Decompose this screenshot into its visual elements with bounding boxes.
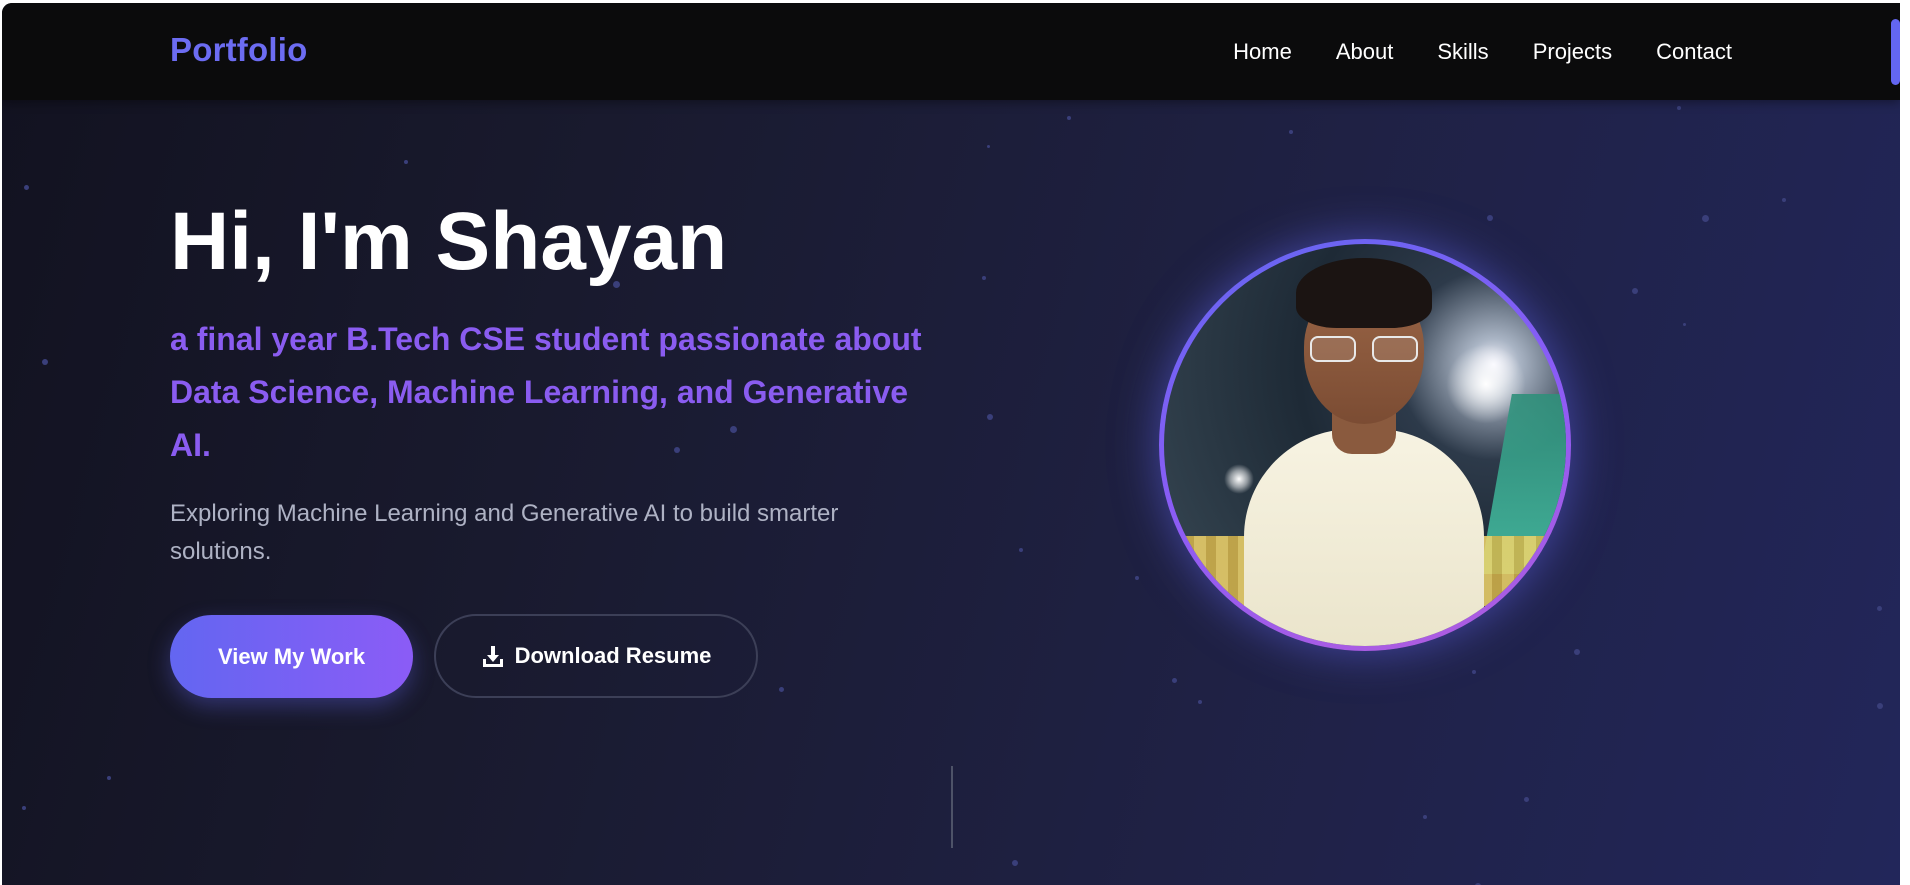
download-icon xyxy=(481,644,505,668)
nav-link-skills[interactable]: Skills xyxy=(1437,39,1488,65)
hero-description: Exploring Machine Learning and Generativ… xyxy=(170,500,839,565)
profile-photo-frame xyxy=(1159,239,1571,651)
navbar: Portfolio Home About Skills Projects Con… xyxy=(2,3,1900,100)
hero-subtitle: a final year B.Tech CSE student passiona… xyxy=(170,321,922,463)
scroll-indicator-line xyxy=(951,766,953,848)
nav-link-contact[interactable]: Contact xyxy=(1656,39,1732,65)
scrollbar-thumb[interactable] xyxy=(1891,19,1900,85)
nav-link-projects[interactable]: Projects xyxy=(1533,39,1612,65)
page-frame: Portfolio Home About Skills Projects Con… xyxy=(2,3,1900,885)
download-resume-button[interactable]: Download Resume xyxy=(434,614,758,698)
download-resume-label: Download Resume xyxy=(514,643,712,668)
nav-link-home[interactable]: Home xyxy=(1233,39,1292,65)
nav-links: Home About Skills Projects Contact xyxy=(1233,39,1732,65)
site-logo[interactable]: Portfolio xyxy=(170,31,307,69)
view-my-work-button[interactable]: View My Work xyxy=(170,615,413,698)
profile-photo xyxy=(1164,244,1566,646)
nav-link-about[interactable]: About xyxy=(1336,39,1394,65)
hero-title: Hi, I'm Shayan xyxy=(170,196,728,287)
